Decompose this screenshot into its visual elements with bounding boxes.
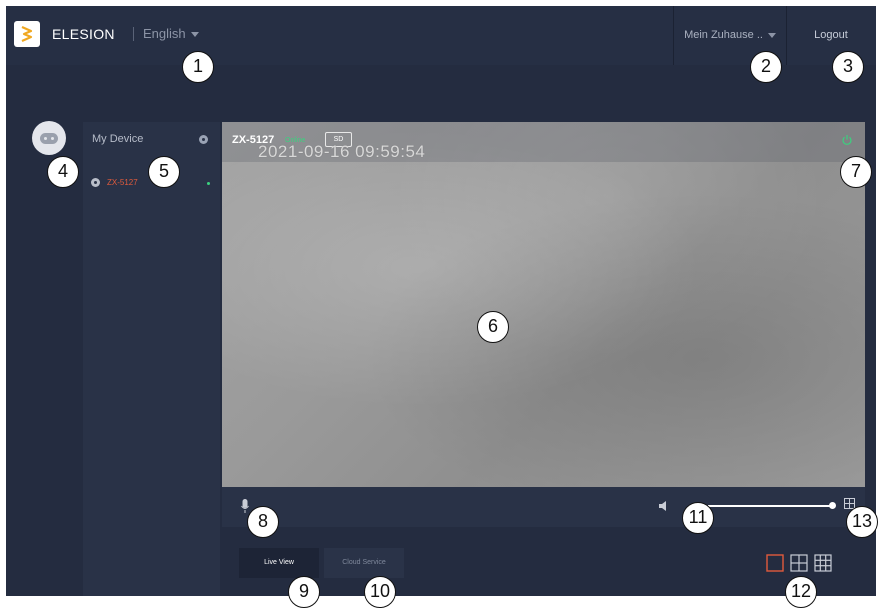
annotation-badge: 8: [247, 506, 279, 538]
robot-eye: [44, 137, 47, 140]
robot-eye: [51, 137, 54, 140]
nine-view-icon[interactable]: [814, 554, 832, 572]
annotation-badge: 9: [288, 576, 320, 608]
home-label: Mein Zuhause ..: [684, 29, 763, 41]
annotation-badge: 7: [840, 156, 872, 188]
microphone-icon[interactable]: [241, 499, 249, 513]
annotation-badge: 4: [47, 156, 79, 188]
language-label: English: [143, 26, 186, 41]
divider: [133, 27, 134, 41]
annotation-badge: 11: [682, 502, 714, 534]
chevron-down-icon: [767, 32, 776, 38]
annotation-badge: 1: [182, 51, 214, 83]
robot-icon: [40, 133, 58, 144]
avatar[interactable]: [32, 121, 66, 155]
annotation-badge: 13: [846, 506, 878, 538]
logout-button[interactable]: Logout: [786, 6, 876, 65]
speaker-icon[interactable]: [659, 501, 669, 511]
annotation-badge: 6: [477, 311, 509, 343]
camera-icon: [91, 178, 100, 187]
single-view-icon[interactable]: [766, 554, 784, 572]
annotation-badge: 10: [364, 576, 396, 608]
top-bar: ELESION English Mein Zuhause .. Logout: [6, 6, 876, 65]
tab-cloud-service[interactable]: Cloud Service: [324, 548, 404, 578]
brand-name: ELESION: [52, 26, 115, 42]
volume-slider[interactable]: [708, 505, 832, 507]
annotation-badge: 5: [148, 156, 180, 188]
language-selector[interactable]: English: [143, 26, 199, 41]
annotation-badge: 12: [785, 576, 817, 608]
settings-icon[interactable]: [199, 135, 208, 144]
annotation-badge: 3: [832, 51, 864, 83]
device-name: ZX-5127: [107, 178, 138, 187]
device-panel: My Device ZX-5127: [83, 122, 220, 596]
live-video-feed[interactable]: ZX-5127 Online SD 2021-09-16 09:59:54: [222, 122, 865, 487]
app-window: ELESION English Mein Zuhause .. Logout M…: [6, 6, 876, 596]
annotation-badge: 2: [750, 51, 782, 83]
video-timestamp: 2021-09-16 09:59:54: [258, 142, 426, 161]
volume-slider-handle[interactable]: [829, 502, 836, 509]
quad-view-icon[interactable]: [790, 554, 808, 572]
power-icon[interactable]: [841, 134, 853, 146]
tab-live-view[interactable]: Live View: [239, 548, 319, 578]
device-panel-title: My Device: [92, 133, 144, 145]
online-status-dot: [207, 182, 210, 185]
video-controls-bar: [222, 487, 865, 527]
elesion-logo: [14, 21, 40, 47]
chevron-down-icon: [190, 32, 199, 38]
